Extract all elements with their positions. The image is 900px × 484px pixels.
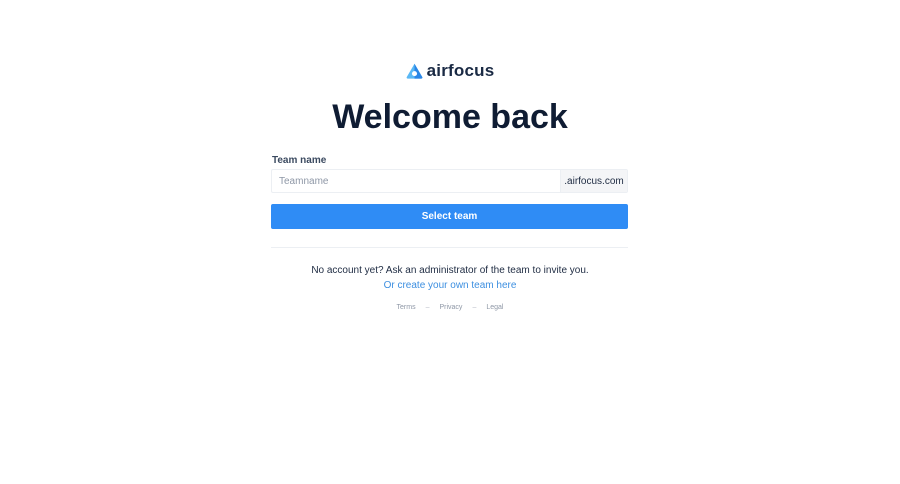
create-team-link[interactable]: Or create your own team here [384,280,517,291]
footer-link-terms[interactable]: Terms [397,303,416,312]
footer-separator: – [472,304,477,311]
team-name-label: Team name [272,155,327,166]
team-name-input-group: .airfocus.com [271,169,628,193]
brand-logo: airfocus [0,61,900,81]
create-team-link-row: Or create your own team here [0,280,900,292]
airfocus-logo-icon [406,63,422,79]
footer-link-legal[interactable]: Legal [486,303,503,312]
footer-links: Terms – Privacy – Legal [0,303,900,312]
footer-link-privacy[interactable]: Privacy [439,303,462,312]
page-title: Welcome back [332,98,568,136]
team-name-input[interactable] [272,170,560,192]
divider [271,247,628,248]
select-team-button[interactable]: Select team [271,204,628,229]
domain-suffix: .airfocus.com [560,170,627,192]
no-account-message: No account yet? Ask an administrator of … [311,265,589,276]
footer-separator: – [425,304,430,311]
brand-name: airfocus [426,61,495,80]
